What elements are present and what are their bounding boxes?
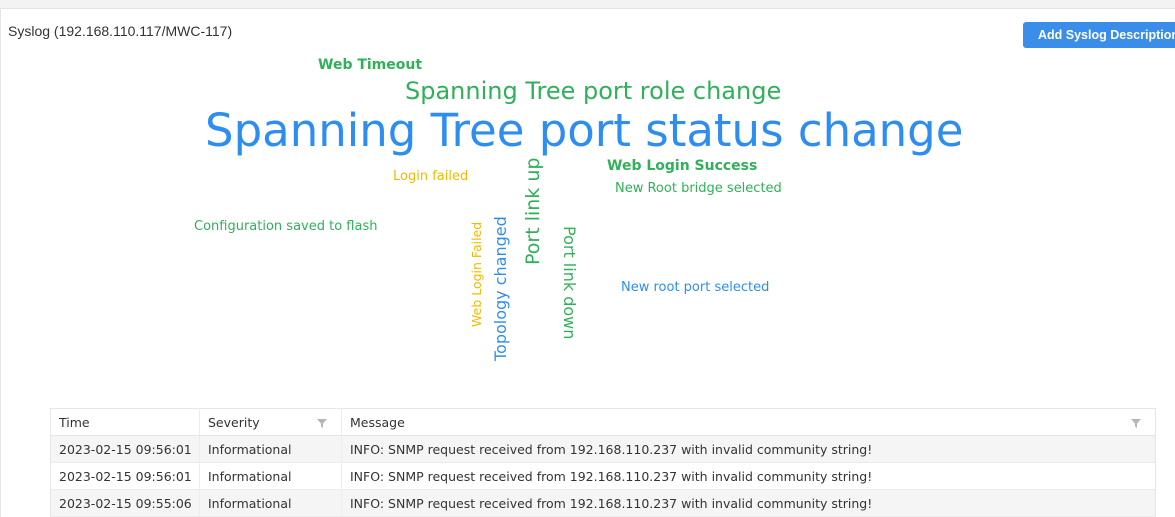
- cell-message: INFO: SNMP request received from 192.168…: [341, 435, 1156, 463]
- word-cloud: Web Timeout Spanning Tree port role chan…: [1, 9, 1175, 404]
- word-port-link-down[interactable]: Port link down: [560, 226, 579, 339]
- table-header-row: Time Severity Message: [50, 408, 1156, 436]
- word-web-timeout[interactable]: Web Timeout: [318, 58, 422, 72]
- cell-time: 2023-02-15 09:56:01: [50, 435, 200, 463]
- word-new-root-bridge-selected[interactable]: New Root bridge selected: [615, 182, 782, 195]
- cell-severity: Informational: [199, 435, 342, 463]
- word-web-login-success[interactable]: Web Login Success: [607, 159, 757, 173]
- word-spanning-tree-port-status-change[interactable]: Spanning Tree port status change: [205, 108, 963, 153]
- column-header-time[interactable]: Time: [50, 408, 200, 436]
- cell-time: 2023-02-15 09:55:06: [50, 489, 200, 517]
- filter-icon[interactable]: [1131, 419, 1141, 428]
- cell-time: 2023-02-15 09:56:01: [50, 462, 200, 490]
- word-port-link-up[interactable]: Port link up: [522, 158, 544, 265]
- word-configuration-saved-to-flash[interactable]: Configuration saved to flash: [194, 220, 377, 233]
- column-header-label: Time: [59, 414, 90, 430]
- cell-message: INFO: SNMP request received from 192.168…: [341, 462, 1156, 490]
- word-new-root-port-selected[interactable]: New root port selected: [621, 281, 769, 294]
- column-header-label: Severity: [208, 414, 260, 430]
- word-login-failed[interactable]: Login failed: [393, 170, 468, 183]
- column-header-message[interactable]: Message: [341, 408, 1156, 436]
- cell-severity: Informational: [199, 489, 342, 517]
- word-web-login-failed[interactable]: Web Login Failed: [469, 222, 484, 327]
- word-spanning-tree-port-role-change[interactable]: Spanning Tree port role change: [405, 79, 781, 103]
- table-row[interactable]: 2023-02-15 09:56:01 Informational INFO: …: [50, 435, 1156, 463]
- syslog-table: Time Severity Message 2023-02-15 09:56:0…: [50, 408, 1156, 517]
- cell-severity: Informational: [199, 462, 342, 490]
- cell-message: INFO: SNMP request received from 192.168…: [341, 489, 1156, 517]
- column-header-severity[interactable]: Severity: [199, 408, 342, 436]
- word-topology-changed[interactable]: Topology changed: [491, 216, 510, 361]
- column-header-label: Message: [350, 414, 405, 430]
- filter-icon[interactable]: [317, 419, 327, 428]
- table-row[interactable]: 2023-02-15 09:55:06 Informational INFO: …: [50, 489, 1156, 517]
- table-row[interactable]: 2023-02-15 09:56:01 Informational INFO: …: [50, 462, 1156, 490]
